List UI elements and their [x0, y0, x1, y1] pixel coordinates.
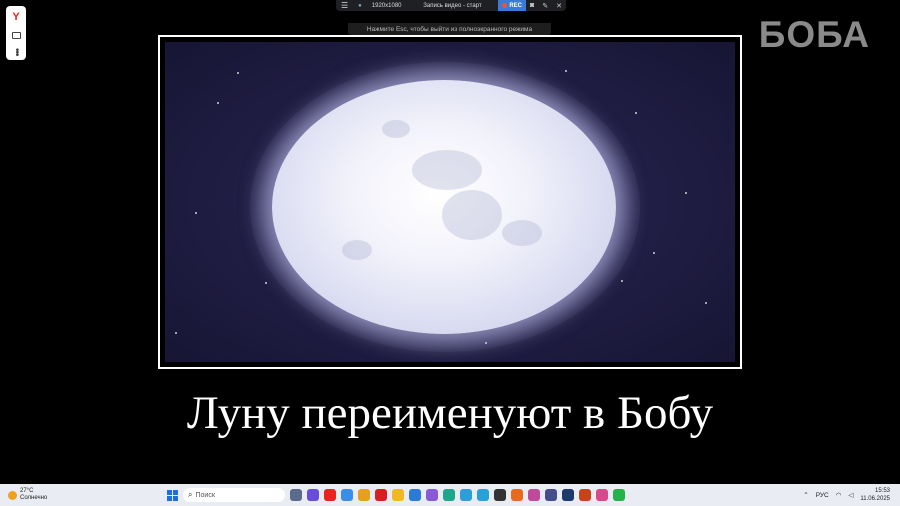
- search-icon: ⌕: [188, 490, 193, 499]
- recorder-toolbar: ☰ ● 1920x1080 Запись видео - старт REC ◙…: [336, 0, 566, 11]
- opera-icon[interactable]: [375, 489, 387, 501]
- more-options-icon[interactable]: •••: [11, 48, 22, 56]
- picture-in-picture-icon[interactable]: [11, 31, 21, 39]
- moon-image: [164, 41, 736, 363]
- weather-widget[interactable]: 27°C Солнечно: [8, 488, 47, 502]
- system-tray: ⌃ РУС ◠ ◁ 15:53 11.06.2025: [803, 487, 890, 503]
- paint-icon[interactable]: [596, 489, 608, 501]
- windows-logo-icon: [173, 490, 178, 495]
- moon-crater: [502, 220, 542, 246]
- record-mode-label[interactable]: Запись видео - старт: [407, 0, 499, 11]
- moon-crater: [412, 150, 482, 190]
- moon-crater: [442, 190, 502, 240]
- windows-logo-icon: [167, 490, 172, 495]
- weather-text: 27°C Солнечно: [20, 488, 47, 502]
- record-button[interactable]: REC: [498, 0, 527, 11]
- star: [621, 280, 623, 282]
- taskview-icon[interactable]: [290, 489, 302, 501]
- yandex-icon[interactable]: Y: [12, 11, 19, 23]
- star: [217, 102, 219, 104]
- yandex-browser-icon[interactable]: [358, 489, 370, 501]
- telegram-icon[interactable]: [477, 489, 489, 501]
- alice-icon[interactable]: [426, 489, 438, 501]
- star: [565, 70, 567, 72]
- moon: [272, 80, 616, 334]
- resolution-label[interactable]: 1920x1080: [367, 0, 407, 11]
- windows-logo-icon: [167, 496, 172, 501]
- menu-icon[interactable]: ☰: [336, 0, 353, 11]
- edge-icon[interactable]: [443, 489, 455, 501]
- moon-crater: [382, 120, 410, 138]
- wifi-icon[interactable]: ◠: [836, 491, 842, 499]
- record-button-label: REC: [509, 2, 523, 9]
- star: [237, 72, 239, 74]
- game-icon[interactable]: [545, 489, 557, 501]
- chevron-up-icon[interactable]: ⌃: [803, 491, 808, 499]
- browser-side-panel: Y •••: [6, 6, 26, 60]
- star: [635, 112, 637, 114]
- microphone-icon[interactable]: ●: [353, 0, 367, 11]
- yandex-music-icon[interactable]: [307, 489, 319, 501]
- powerpoint-icon[interactable]: [579, 489, 591, 501]
- weather-temp: 27°C: [20, 488, 34, 494]
- windows-logo-icon: [173, 496, 178, 501]
- record-dot-icon: [502, 3, 508, 8]
- watermark-logo: БОБА: [758, 14, 870, 55]
- search-placeholder: Поиск: [195, 491, 215, 499]
- close-icon[interactable]: ✕: [552, 2, 566, 10]
- star: [195, 212, 197, 214]
- moon-crater: [342, 240, 372, 260]
- explorer-icon[interactable]: [392, 489, 404, 501]
- volume-icon[interactable]: ◁: [848, 491, 853, 499]
- clock-time: 15:53: [874, 488, 890, 494]
- clock-date: 11.06.2025: [860, 496, 890, 502]
- vk-icon[interactable]: [409, 489, 421, 501]
- star: [685, 192, 687, 194]
- star: [705, 302, 707, 304]
- language-indicator[interactable]: РУС: [816, 492, 829, 499]
- star: [265, 282, 267, 284]
- chrome-icon[interactable]: [460, 489, 472, 501]
- photoshop-icon[interactable]: [562, 489, 574, 501]
- obs-icon[interactable]: [494, 489, 506, 501]
- caption-text: Луну переименуют в Бобу: [186, 387, 714, 439]
- davinci-icon[interactable]: [528, 489, 540, 501]
- yandex-icon[interactable]: [324, 489, 336, 501]
- taskbar-search[interactable]: ⌕ Поиск: [183, 488, 285, 502]
- start-button[interactable]: [167, 490, 178, 501]
- pinned-apps: [290, 489, 625, 501]
- firefox-icon[interactable]: [511, 489, 523, 501]
- star: [175, 332, 177, 334]
- sun-icon: [8, 490, 17, 500]
- taskbar: 27°C Солнечно ⌕ Поиск ⌃ РУС ◠ ◁ 15:53 11…: [0, 484, 900, 506]
- fullscreen-exit-hint: Нажмите Esc, чтобы выйти из полноэкранно…: [348, 23, 551, 35]
- star: [653, 252, 655, 254]
- weather-desc: Солнечно: [20, 495, 48, 501]
- camera-icon[interactable]: ◙: [526, 2, 538, 9]
- app-icon[interactable]: [341, 489, 353, 501]
- pen-icon[interactable]: ✎: [538, 2, 552, 10]
- image-frame: [158, 35, 742, 369]
- clock[interactable]: 15:53 11.06.2025: [860, 487, 890, 503]
- whatsapp-icon[interactable]: [613, 489, 625, 501]
